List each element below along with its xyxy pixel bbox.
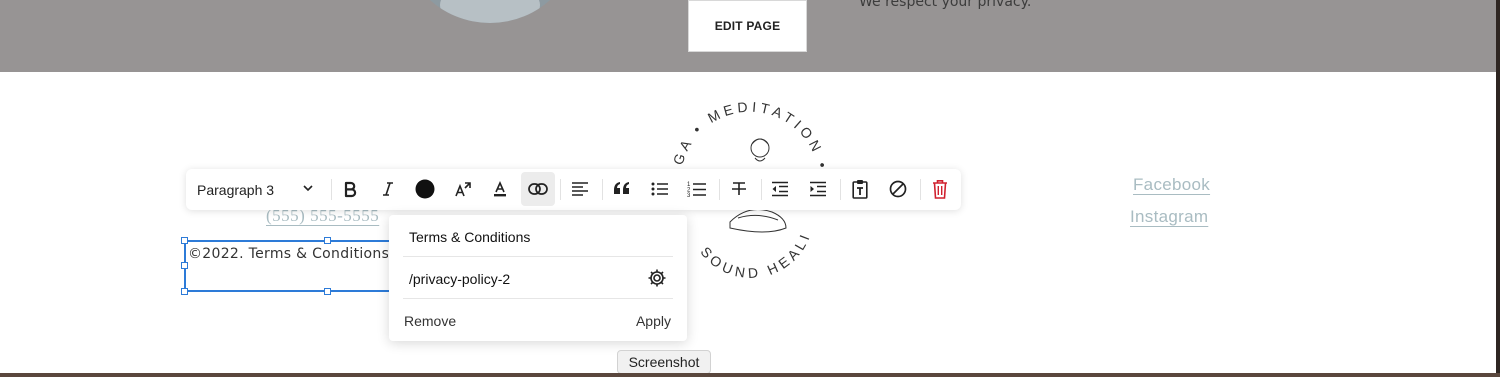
highlight-icon bbox=[494, 181, 506, 197]
resize-handle-bottom[interactable] bbox=[324, 288, 331, 295]
link-url-field[interactable]: /privacy-policy-2 bbox=[409, 271, 510, 287]
chevron-down-icon bbox=[303, 185, 313, 192]
link-text-field[interactable]: Terms & Conditions bbox=[409, 229, 530, 245]
highlight-button[interactable] bbox=[483, 172, 517, 206]
resize-handle-top[interactable] bbox=[324, 237, 331, 244]
screenshot-tooltip: Screenshot bbox=[617, 350, 711, 374]
text-color-button[interactable] bbox=[408, 172, 442, 206]
popover-divider bbox=[403, 256, 673, 257]
paragraph-style-label: Paragraph 3 bbox=[197, 181, 275, 198]
bullet-list-button[interactable] bbox=[643, 172, 677, 206]
toolbar-divider bbox=[761, 179, 762, 200]
page-canvas: EDIT PAGE We respect your privacy. YOGA … bbox=[0, 0, 1500, 377]
italic-button[interactable] bbox=[371, 172, 405, 206]
toolbar-divider bbox=[920, 179, 921, 200]
strikethrough-button[interactable] bbox=[722, 172, 756, 206]
resize-handle-left[interactable] bbox=[181, 262, 188, 269]
paste-plain-text-button[interactable] bbox=[843, 172, 877, 206]
window-edge-bottom bbox=[0, 373, 1500, 377]
instagram-link[interactable]: Instagram bbox=[1130, 207, 1208, 227]
indent-icon bbox=[810, 181, 826, 197]
bold-button[interactable] bbox=[333, 172, 367, 206]
remove-link-button[interactable]: Remove bbox=[404, 313, 456, 329]
selection-box bbox=[184, 240, 394, 292]
italic-icon bbox=[383, 182, 393, 196]
text-format-toolbar: Paragraph 3 1 2 3 bbox=[186, 169, 961, 210]
link-button[interactable] bbox=[521, 172, 555, 206]
window-edge bbox=[1496, 0, 1500, 377]
toolbar-divider bbox=[560, 179, 561, 200]
numbered-list-button[interactable]: 123 bbox=[680, 172, 714, 206]
edit-page-button[interactable]: EDIT PAGE bbox=[688, 0, 807, 52]
bullet-list-icon bbox=[651, 182, 668, 196]
paragraph-style-dropdown[interactable]: Paragraph 3 bbox=[186, 169, 326, 210]
clear-format-button[interactable] bbox=[881, 172, 915, 206]
resize-handle-bottom-left[interactable] bbox=[181, 288, 188, 295]
apply-link-button[interactable]: Apply bbox=[636, 313, 671, 329]
popover-divider bbox=[403, 298, 673, 299]
delete-button[interactable] bbox=[923, 172, 957, 206]
strikethrough-icon bbox=[732, 182, 746, 195]
numbered-list-icon: 123 bbox=[687, 182, 706, 198]
indent-button[interactable] bbox=[801, 172, 835, 206]
clear-format-icon bbox=[889, 180, 907, 198]
paste-plain-text-icon bbox=[852, 180, 868, 199]
align-left-button[interactable] bbox=[563, 172, 597, 206]
delete-icon bbox=[933, 180, 947, 199]
text-size-button[interactable] bbox=[446, 172, 480, 206]
outdent-button[interactable] bbox=[763, 172, 797, 206]
link-icon bbox=[528, 183, 548, 195]
facebook-link[interactable]: Facebook bbox=[1133, 175, 1210, 195]
align-left-icon bbox=[572, 182, 588, 196]
bold-icon bbox=[344, 181, 357, 198]
quote-button[interactable] bbox=[605, 172, 639, 206]
resize-handle-top-left[interactable] bbox=[181, 237, 188, 244]
text-color-icon bbox=[415, 179, 435, 199]
svg-text:3: 3 bbox=[687, 193, 691, 198]
gear-icon[interactable] bbox=[647, 268, 667, 288]
privacy-note: We respect your privacy. bbox=[859, 0, 1032, 10]
outdent-icon bbox=[772, 181, 788, 197]
link-editor-popover: Terms & Conditions /privacy-policy-2 Rem… bbox=[389, 215, 687, 341]
toolbar-divider bbox=[840, 179, 841, 200]
toolbar-divider bbox=[719, 179, 720, 200]
toolbar-divider bbox=[602, 179, 603, 200]
toolbar-divider bbox=[331, 179, 332, 200]
quote-icon bbox=[614, 182, 629, 194]
text-size-icon bbox=[455, 182, 471, 197]
